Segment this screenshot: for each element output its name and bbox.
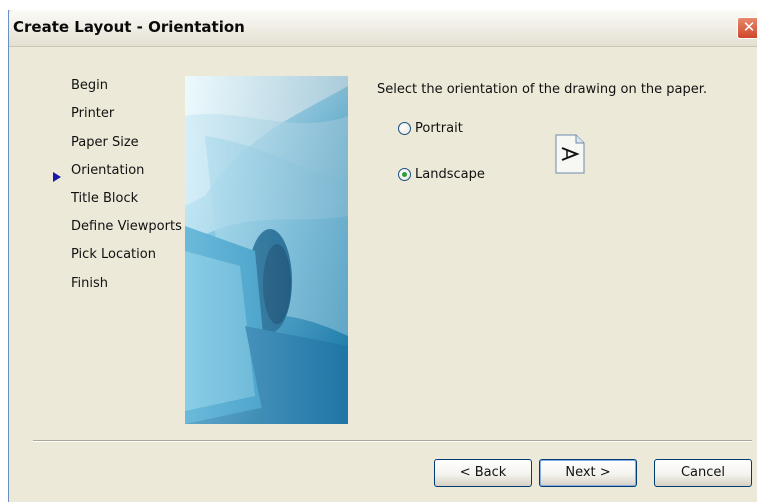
step-begin: Begin (71, 78, 109, 93)
step-printer: Printer (71, 106, 115, 121)
step-finish: Finish (71, 276, 109, 291)
close-icon: ✕ (742, 19, 756, 36)
orientation-prompt: Select the orientation of the drawing on… (377, 82, 708, 97)
step-title-block: Title Block (71, 191, 139, 206)
portrait-radio[interactable] (398, 122, 411, 135)
step-pick-location: Pick Location (71, 247, 156, 262)
dialog-window: Create Layout - Orientation ✕ Begin Prin… (8, 10, 757, 502)
portrait-option[interactable]: Portrait (398, 121, 463, 136)
landscape-radio[interactable] (398, 168, 411, 181)
window-title: Create Layout - Orientation (13, 18, 245, 36)
landscape-label: Landscape (415, 167, 485, 182)
title-bar[interactable]: Create Layout - Orientation ✕ (9, 10, 757, 47)
step-paper-size: Paper Size (71, 135, 139, 150)
landscape-option[interactable]: Landscape (398, 167, 485, 182)
step-define-viewports: Define Viewports (71, 219, 182, 234)
footer-divider (33, 440, 752, 442)
portrait-label: Portrait (415, 121, 463, 136)
current-step-arrow-icon (53, 172, 61, 182)
close-button[interactable]: ✕ (737, 17, 757, 39)
plotter-illustration (185, 76, 348, 424)
back-button[interactable]: < Back (434, 459, 532, 487)
landscape-page-icon (555, 134, 585, 174)
cancel-button[interactable]: Cancel (654, 459, 752, 487)
step-orientation: Orientation (71, 163, 145, 178)
next-button[interactable]: Next > (539, 459, 637, 487)
